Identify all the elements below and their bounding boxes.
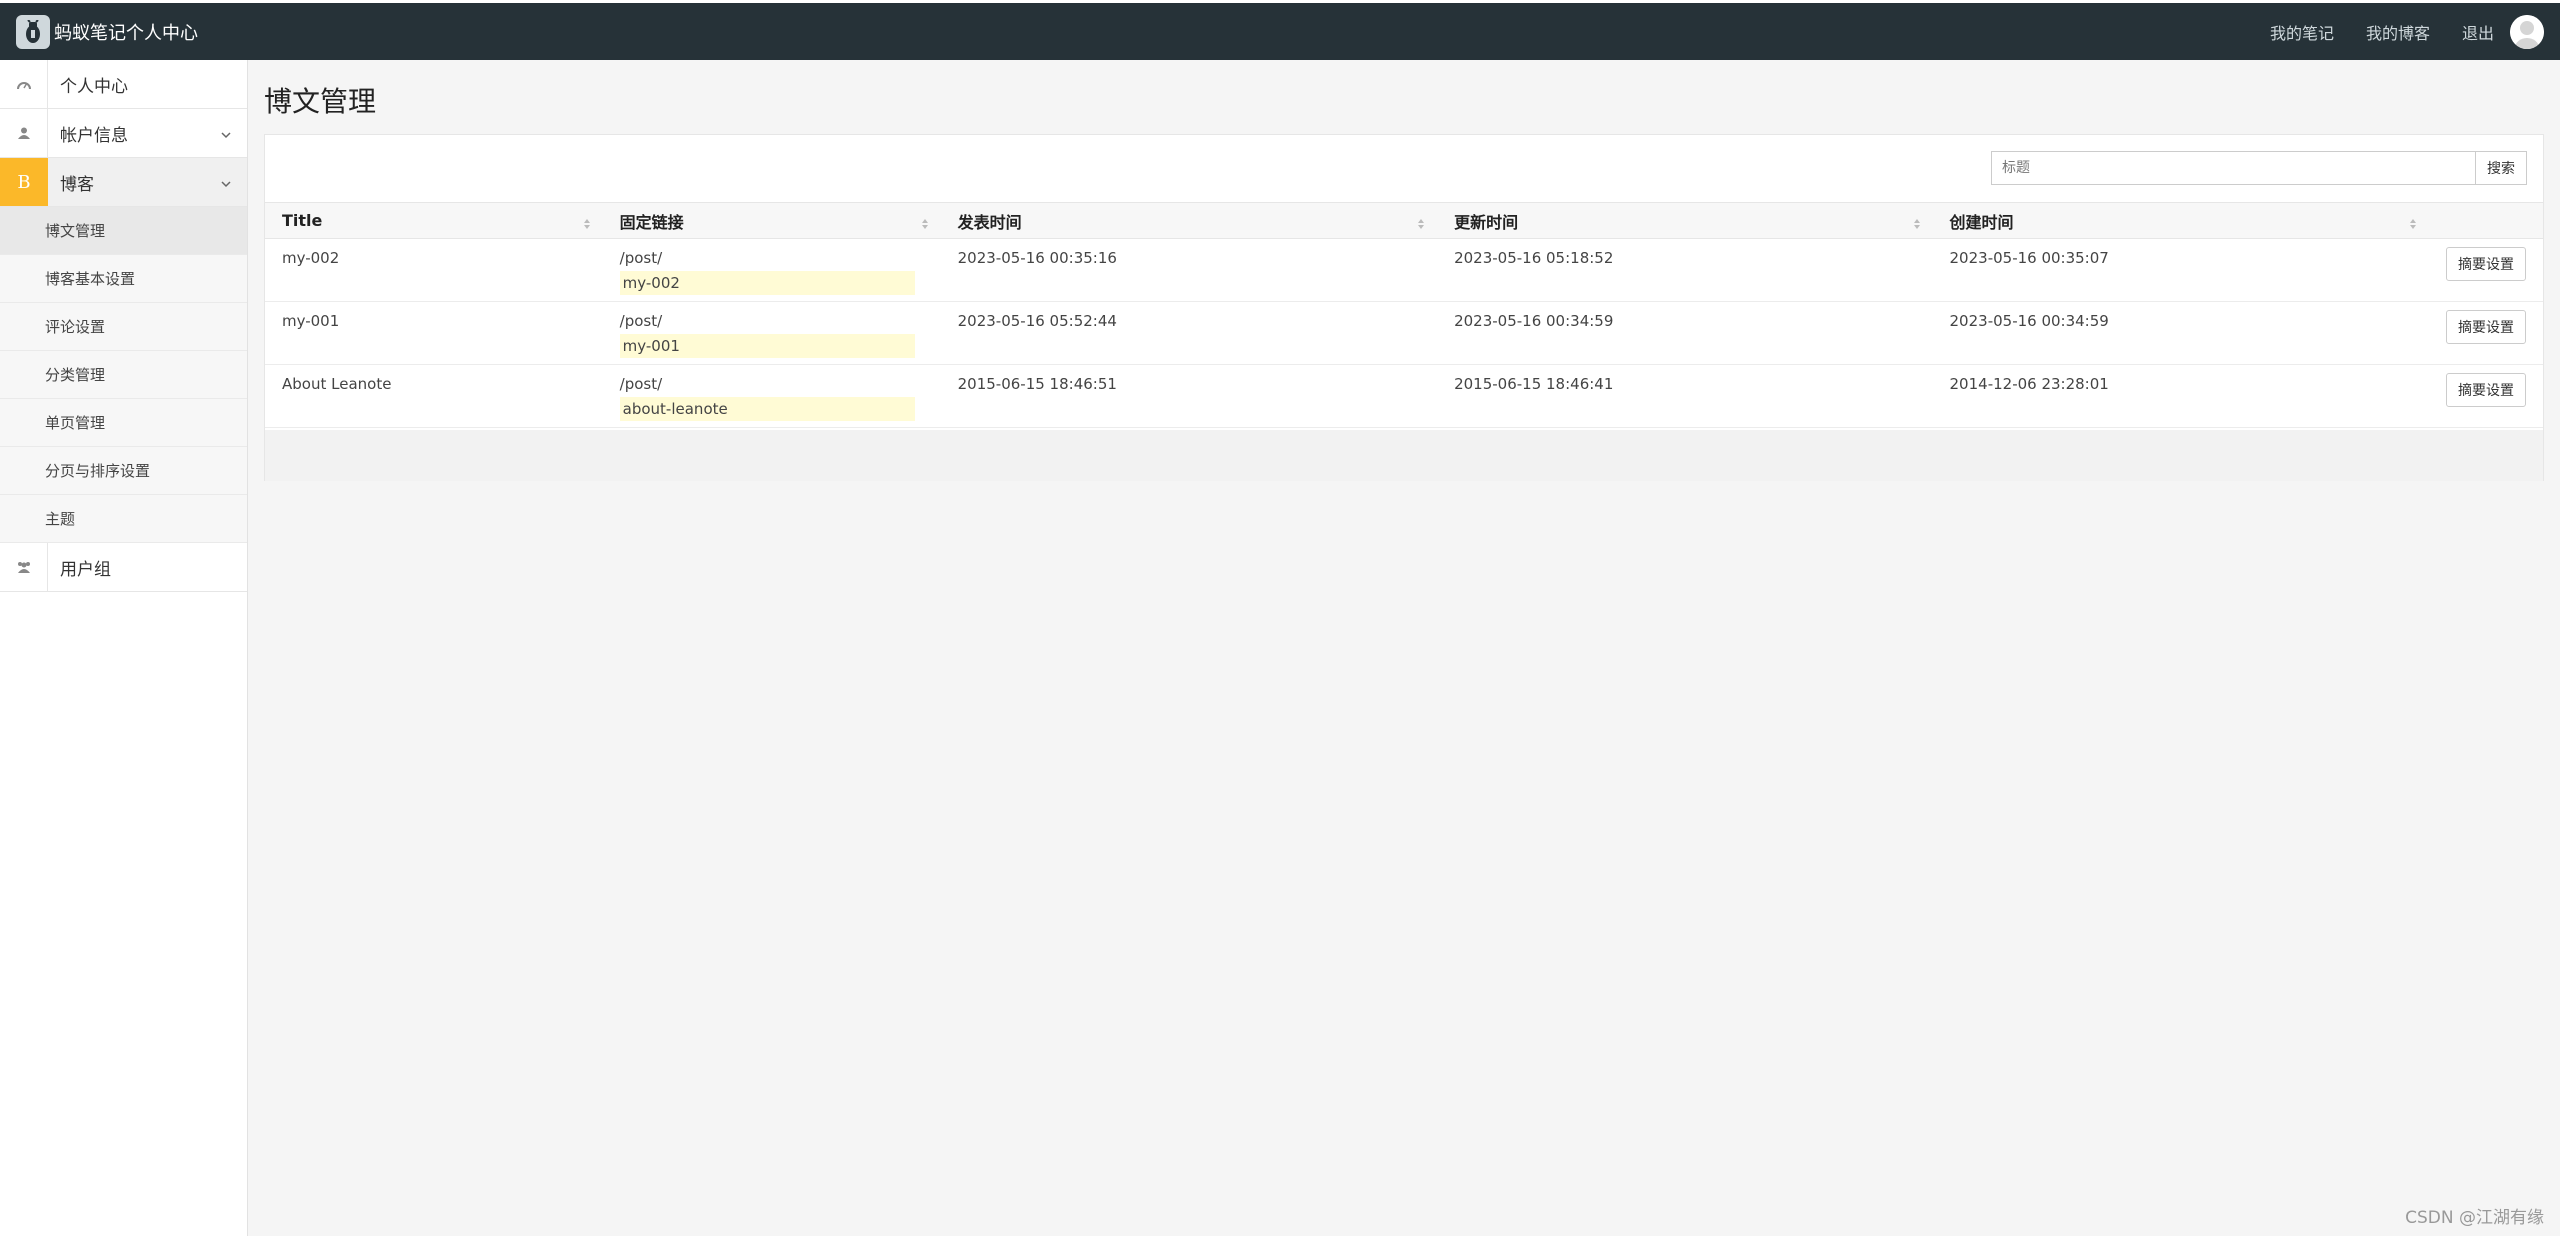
permalink-slug[interactable]: about-leanote [619, 397, 915, 421]
column-header-updated[interactable]: 更新时间 [1437, 202, 1933, 239]
post-title: my-002 [265, 238, 603, 302]
my-notes-link[interactable]: 我的笔记 [2270, 20, 2334, 44]
published-time: 2023-05-16 05:52:44 [940, 301, 1438, 365]
table-row: my-001 /post/ my-001 2023-05-16 05:52:44… [265, 301, 2543, 365]
posts-panel: 搜索 Title 固定链接 发表时间 更新时间 创建时间 my-002 [264, 134, 2544, 481]
main-content: 博文管理 搜索 Title 固定链接 发表时间 更新时间 创建时间 [249, 60, 2560, 1236]
table-header-row: Title 固定链接 发表时间 更新时间 创建时间 [265, 202, 2543, 239]
page-title: 博文管理 [264, 85, 377, 118]
permalink-cell: /post/ about-leanote [602, 364, 941, 428]
column-header-permalink[interactable]: 固定链接 [602, 202, 941, 239]
summary-settings-button[interactable]: 摘要设置 [2446, 310, 2526, 344]
permalink-slug[interactable]: my-002 [619, 271, 915, 295]
column-header-label: 更新时间 [1454, 212, 1519, 232]
action-cell: 摘要设置 [2428, 301, 2543, 365]
permalink-prefix: /post/ [619, 249, 663, 267]
permalink-prefix: /post/ [619, 375, 663, 393]
permalink-cell: /post/ my-002 [602, 238, 941, 302]
sort-icon [921, 215, 929, 234]
table-row: my-002 /post/ my-002 2023-05-16 00:35:16… [265, 238, 2543, 302]
sidebar: 个人中心 帐户信息 B 博客 博文管理 博客基本设置 评论设置 分类管理 单页管… [0, 60, 248, 1236]
user-icon [0, 109, 48, 157]
sidebar-item-label: 个人中心 [60, 76, 128, 97]
summary-settings-button[interactable]: 摘要设置 [2446, 247, 2526, 281]
app-title: 蚂蚁笔记个人中心 [54, 22, 198, 44]
sidebar-subitem-single-page-management[interactable]: 单页管理 [0, 399, 247, 447]
table-row: About Leanote /post/ about-leanote 2015-… [265, 364, 2543, 428]
sidebar-item-user-group[interactable]: 用户组 [0, 543, 247, 592]
sidebar-subitem-theme[interactable]: 主题 [0, 495, 247, 543]
summary-settings-button[interactable]: 摘要设置 [2446, 373, 2526, 407]
chevron-down-icon [221, 174, 231, 193]
column-header-published[interactable]: 发表时间 [940, 202, 1438, 239]
post-title: my-001 [265, 301, 603, 365]
created-time: 2023-05-16 00:34:59 [1932, 301, 2429, 365]
search-button[interactable]: 搜索 [2475, 151, 2527, 185]
table-footer [265, 430, 2543, 481]
column-header-created[interactable]: 创建时间 [1932, 202, 2429, 239]
sidebar-subitem-blog-basic-settings[interactable]: 博客基本设置 [0, 255, 247, 303]
permalink-prefix: /post/ [619, 312, 663, 330]
blog-icon: B [0, 158, 48, 206]
column-header-label: Title [282, 211, 323, 230]
sidebar-item-label: 用户组 [60, 559, 111, 580]
sidebar-item-label: 博客 [60, 174, 94, 195]
sidebar-subitem-comment-settings[interactable]: 评论设置 [0, 303, 247, 351]
sidebar-item-dashboard[interactable]: 个人中心 [0, 60, 247, 109]
permalink-cell: /post/ my-001 [602, 301, 941, 365]
sort-icon [2409, 215, 2417, 234]
search-input[interactable] [1991, 151, 2475, 185]
sidebar-item-blog[interactable]: B 博客 [0, 158, 247, 207]
post-title: About Leanote [265, 364, 603, 428]
created-time: 2023-05-16 00:35:07 [1932, 238, 2429, 302]
sidebar-subitem-post-management[interactable]: 博文管理 [0, 207, 247, 255]
column-header-label: 发表时间 [957, 212, 1022, 232]
updated-time: 2023-05-16 05:18:52 [1437, 238, 1933, 302]
user-avatar-icon[interactable] [2510, 14, 2544, 49]
dashboard-icon [0, 60, 48, 108]
permalink-slug[interactable]: my-001 [619, 334, 915, 358]
posts-table: Title 固定链接 发表时间 更新时间 创建时间 my-002 /post/ … [265, 202, 2543, 428]
created-time: 2014-12-06 23:28:01 [1932, 364, 2429, 428]
search-bar: 搜索 [1991, 151, 2527, 185]
my-blog-link[interactable]: 我的博客 [2366, 20, 2430, 44]
sidebar-subitem-category-management[interactable]: 分类管理 [0, 351, 247, 399]
top-navbar: 蚂蚁笔记个人中心 我的笔记 我的博客 退出 [0, 0, 2560, 60]
group-icon [0, 543, 48, 591]
action-cell: 摘要设置 [2428, 238, 2543, 302]
column-header-actions [2428, 202, 2543, 239]
ant-logo-icon [16, 14, 50, 49]
sidebar-item-label: 帐户信息 [60, 125, 128, 146]
top-nav-links: 我的笔记 我的博客 退出 [2238, 3, 2560, 60]
sidebar-subitem-paging-sorting[interactable]: 分页与排序设置 [0, 447, 247, 495]
column-header-title[interactable]: Title [265, 202, 603, 239]
sort-icon [1417, 215, 1425, 234]
sort-icon [583, 215, 591, 234]
sort-icon [1913, 215, 1921, 234]
action-cell: 摘要设置 [2428, 364, 2543, 428]
brand[interactable]: 蚂蚁笔记个人中心 [0, 3, 198, 60]
published-time: 2023-05-16 00:35:16 [940, 238, 1438, 302]
updated-time: 2015-06-15 18:46:41 [1437, 364, 1933, 428]
sidebar-item-account[interactable]: 帐户信息 [0, 109, 247, 158]
column-header-label: 创建时间 [1949, 212, 2014, 232]
watermark: CSDN @江湖有缘 [2405, 1208, 2544, 1228]
logout-link[interactable]: 退出 [2462, 20, 2494, 44]
updated-time: 2023-05-16 00:34:59 [1437, 301, 1933, 365]
column-header-label: 固定链接 [619, 212, 684, 232]
published-time: 2015-06-15 18:46:51 [940, 364, 1438, 428]
chevron-down-icon [221, 125, 231, 144]
